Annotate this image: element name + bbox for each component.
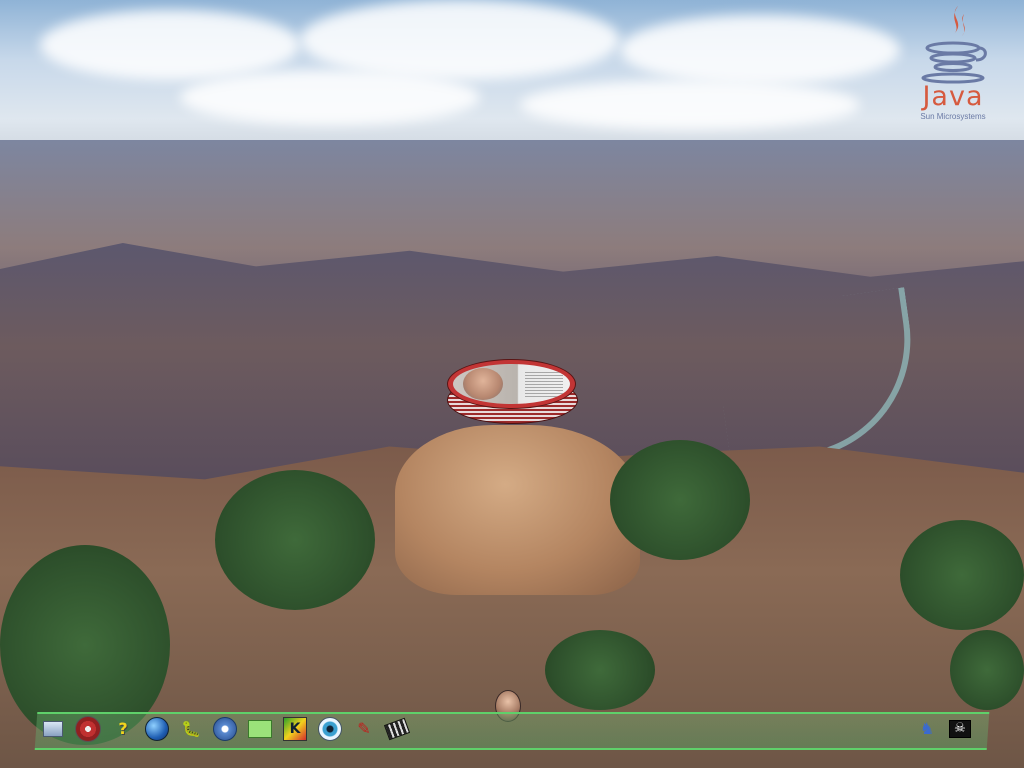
- java-logo: Java Sun Microsystems: [908, 2, 998, 137]
- bush: [545, 630, 655, 710]
- cloud: [40, 10, 300, 80]
- floating-3d-window[interactable]: [446, 358, 578, 424]
- disc-window-content: [453, 364, 570, 404]
- taskbar-launcher[interactable]: [42, 718, 64, 740]
- disc-window-face[interactable]: [447, 359, 576, 409]
- java-wordmark: Java: [922, 81, 984, 112]
- robot-icon[interactable]: ♞: [916, 718, 938, 740]
- folder-icon[interactable]: [248, 720, 272, 738]
- text-lines: [525, 372, 563, 398]
- taskbar-icons: ? 🐛 K ✎ ♞ ☠: [42, 710, 982, 748]
- cloud: [520, 80, 860, 130]
- bush: [950, 630, 1024, 710]
- pirate-icon[interactable]: ☠: [949, 720, 971, 738]
- cloud: [300, 0, 620, 80]
- help-icon[interactable]: ?: [112, 718, 134, 740]
- film-launcher[interactable]: [383, 717, 411, 741]
- globe-icon[interactable]: [145, 717, 169, 741]
- monitor-icon: [43, 721, 63, 737]
- bush: [610, 440, 750, 560]
- rock: [395, 425, 640, 595]
- k-menu-icon[interactable]: K: [283, 717, 307, 741]
- cloud: [180, 70, 480, 125]
- network-icon[interactable]: [213, 717, 237, 741]
- bush: [900, 520, 1024, 630]
- person-photo: [463, 368, 503, 400]
- cd-icon[interactable]: [75, 716, 101, 742]
- pen-icon[interactable]: ✎: [353, 718, 375, 740]
- film-icon: [383, 717, 411, 741]
- eye-icon[interactable]: [318, 717, 342, 741]
- bug-icon[interactable]: 🐛: [180, 718, 202, 740]
- coffee-cup-icon: [921, 6, 987, 84]
- sun-microsystems-label: Sun Microsystems: [920, 112, 986, 121]
- cloud: [620, 15, 900, 85]
- bush: [215, 470, 375, 610]
